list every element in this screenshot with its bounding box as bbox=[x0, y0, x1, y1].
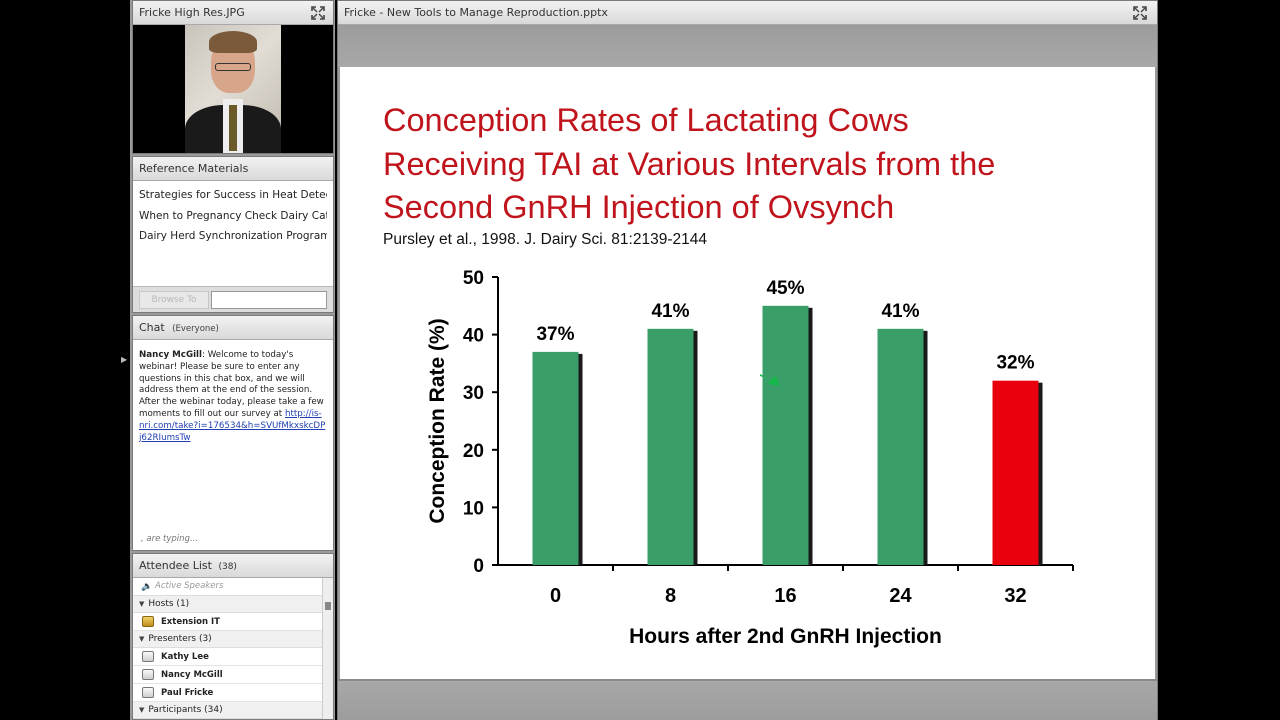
bar bbox=[647, 328, 694, 565]
scrollbar-grip[interactable] bbox=[325, 602, 331, 610]
group-hosts[interactable]: ▼ Hosts (1) bbox=[133, 596, 333, 613]
share-pod-title: Fricke - New Tools to Manage Reproductio… bbox=[338, 1, 1157, 25]
bar-chart: 0 10 20 30 40 50 37% 0 41% 8 45% 16 41% 24 32% 32 Hours … bbox=[426, 268, 1074, 648]
active-speakers-row: 🔈 Active Speakers bbox=[133, 578, 333, 596]
data-label: 45% bbox=[766, 278, 804, 299]
data-label: 37% bbox=[536, 324, 574, 345]
share-pod: Fricke - New Tools to Manage Reproductio… bbox=[337, 0, 1158, 720]
x-tick-label: 0 bbox=[550, 585, 561, 607]
x-tick-label: 8 bbox=[665, 585, 676, 607]
expand-triangle-icon[interactable]: ▼ bbox=[139, 635, 144, 643]
x-axis-title: Hours after 2nd GnRH Injection bbox=[629, 625, 942, 648]
maximize-icon[interactable] bbox=[1133, 6, 1147, 20]
data-label: 41% bbox=[881, 301, 919, 322]
data-label: 32% bbox=[996, 353, 1034, 374]
left-pod-column: Fricke High Res.JPG Reference Materials … bbox=[130, 0, 335, 720]
group-presenters[interactable]: ▼ Presenters (3) bbox=[133, 631, 333, 648]
chat-message: Nancy McGill: Welcome to today's webinar… bbox=[133, 340, 333, 454]
host-icon bbox=[142, 616, 154, 627]
presenter-icon bbox=[142, 669, 154, 680]
attendee-row[interactable]: Kathy Lee bbox=[133, 648, 333, 666]
y-tick-label: 0 bbox=[473, 556, 484, 577]
y-axis-title: Conception Rate (%) bbox=[426, 318, 449, 523]
collapse-panel-arrow-icon[interactable]: ▶ bbox=[121, 355, 127, 364]
reference-footer: Browse To bbox=[133, 286, 333, 312]
attendee-count: (38) bbox=[218, 562, 237, 572]
chat-pod-title: Chat (Everyone) bbox=[133, 316, 333, 340]
attendee-scrollbar[interactable] bbox=[322, 578, 333, 719]
attendee-row[interactable]: Nancy McGill bbox=[133, 666, 333, 684]
bar bbox=[992, 380, 1039, 565]
reference-item[interactable]: Dairy Herd Synchronization Programs bbox=[139, 226, 327, 247]
bar bbox=[877, 328, 924, 565]
reference-item[interactable]: When to Pregnancy Check Dairy Cattle bbox=[139, 206, 327, 227]
attendee-row[interactable]: Extension IT bbox=[133, 613, 333, 631]
attendee-name: Nancy McGill bbox=[161, 670, 223, 680]
presenter-icon bbox=[142, 651, 154, 662]
group-participants[interactable]: ▼ Participants (34) bbox=[133, 702, 333, 719]
expand-triangle-icon[interactable]: ▼ bbox=[139, 600, 144, 608]
attendee-list-pod: Attendee List (38) 🔈 Active Speakers ▼ Ho… bbox=[132, 553, 334, 720]
y-tick-label: 10 bbox=[463, 498, 484, 519]
attendee-title-text: Attendee List bbox=[139, 559, 212, 572]
presenter-icon bbox=[142, 687, 154, 698]
x-tick-label: 32 bbox=[1004, 585, 1026, 607]
data-label: 41% bbox=[651, 301, 689, 322]
bar bbox=[762, 305, 809, 565]
chat-audience[interactable]: (Everyone) bbox=[172, 324, 219, 334]
reference-url-input[interactable] bbox=[211, 291, 327, 309]
photo-pod: Fricke High Res.JPG bbox=[132, 0, 334, 154]
typing-status: , are typing... bbox=[141, 534, 199, 544]
attendee-row[interactable]: Paul Fricke bbox=[133, 684, 333, 702]
group-label: Hosts (1) bbox=[148, 599, 190, 609]
presentation-slide: Conception Rates of Lactating Cows Recei… bbox=[340, 67, 1155, 679]
active-speakers-label: Active Speakers bbox=[155, 581, 224, 591]
speaker-icon: 🔈 bbox=[141, 582, 153, 592]
app-window: ▶ Fricke High Res.JPG Reference Material… bbox=[0, 0, 1280, 720]
y-tick-label: 30 bbox=[463, 383, 484, 404]
reference-item[interactable]: Strategies for Success in Heat Detection bbox=[139, 185, 327, 206]
y-tick-label: 50 bbox=[463, 268, 484, 289]
group-label: Participants (34) bbox=[148, 705, 223, 715]
attendee-name: Extension IT bbox=[161, 617, 220, 627]
y-tick-label: 40 bbox=[463, 326, 484, 347]
slide-letterbox-bottom bbox=[338, 679, 1157, 720]
attendee-pod-title: Attendee List (38) bbox=[133, 554, 333, 578]
expand-triangle-icon[interactable]: ▼ bbox=[139, 706, 144, 714]
browse-to-button[interactable]: Browse To bbox=[139, 291, 209, 309]
x-tick-label: 16 bbox=[774, 585, 796, 607]
chat-title-text: Chat bbox=[139, 321, 165, 334]
attendee-name: Paul Fricke bbox=[161, 688, 214, 698]
group-label: Presenters (3) bbox=[148, 634, 212, 644]
share-pod-title-text: Fricke - New Tools to Manage Reproductio… bbox=[344, 6, 608, 19]
presenter-photo bbox=[185, 25, 281, 153]
attendee-name: Kathy Lee bbox=[161, 652, 209, 662]
reference-materials-pod: Reference Materials Strategies for Succe… bbox=[132, 156, 334, 313]
maximize-icon[interactable] bbox=[311, 6, 325, 20]
chat-pod: Chat (Everyone) Nancy McGill: Welcome to… bbox=[132, 315, 334, 551]
photo-area bbox=[133, 25, 333, 153]
reference-list: Strategies for Success in Heat Detection… bbox=[133, 181, 333, 251]
y-tick-label: 20 bbox=[463, 441, 484, 462]
photo-pod-title-text: Fricke High Res.JPG bbox=[139, 6, 245, 19]
chat-sender: Nancy McGill bbox=[139, 350, 203, 360]
slide-letterbox-top bbox=[338, 25, 1157, 67]
photo-pod-title: Fricke High Res.JPG bbox=[133, 1, 333, 25]
reference-pod-title: Reference Materials bbox=[133, 157, 333, 181]
bar bbox=[532, 351, 579, 565]
x-tick-label: 24 bbox=[889, 585, 912, 607]
